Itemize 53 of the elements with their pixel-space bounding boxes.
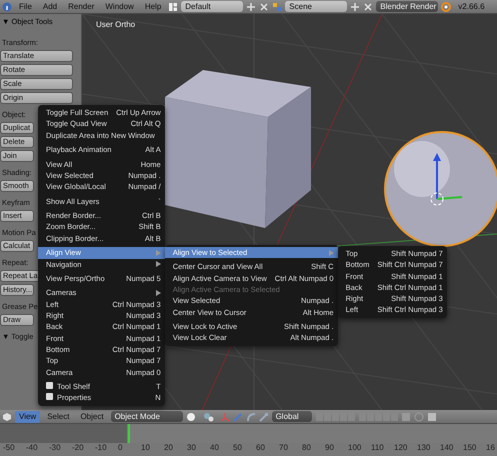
frame-number: 140	[440, 443, 454, 452]
frame-number: -40	[26, 443, 39, 452]
frame-number: -50	[3, 443, 16, 452]
frame-number: 0	[118, 443, 124, 452]
render-engine-dropdown[interactable]: Blender Render	[376, 1, 438, 12]
menu-item[interactable]: Object	[76, 410, 108, 422]
frame-number: -10	[95, 443, 108, 452]
scene-field[interactable]: Scene	[285, 1, 348, 12]
menu-item[interactable]: Window	[101, 0, 138, 12]
frame-number: 50	[233, 443, 243, 452]
close-icon[interactable]	[363, 2, 374, 12]
submenu-arrow-icon	[328, 250, 334, 256]
frame-number: 20	[164, 443, 174, 452]
add-icon[interactable]	[350, 2, 360, 12]
frame-number: 100	[348, 443, 362, 452]
frame-number: 40	[210, 443, 220, 452]
submenu-arrow-icon	[156, 290, 161, 296]
info-icon[interactable]	[2, 2, 12, 12]
frame-number: 90	[325, 443, 335, 452]
frame-number: 130	[417, 443, 432, 452]
menu-item[interactable]: View	[15, 410, 40, 422]
view-label: User Ortho	[96, 20, 136, 29]
frame-number: 10	[141, 443, 151, 452]
menu-item[interactable]: Add	[38, 0, 62, 12]
checkbox[interactable]	[46, 382, 53, 390]
frame-number: 110	[371, 443, 385, 452]
orientation-dropdown[interactable]: Global	[272, 411, 312, 422]
frame-number: 70	[279, 443, 289, 452]
version-text: v2.66.6	[457, 0, 486, 12]
transform-gizmo-drawing	[430, 153, 462, 206]
menu-item[interactable]: Render	[64, 0, 98, 12]
frame-number: 60	[256, 443, 266, 452]
frame-number: 80	[302, 443, 312, 452]
logo-icon[interactable]	[441, 2, 452, 12]
frame-number: -20	[72, 443, 85, 452]
layout-icon[interactable]	[168, 2, 178, 12]
frame-number: 30	[187, 443, 197, 452]
menu-item[interactable]: File	[15, 0, 36, 12]
frame-number: 16	[486, 443, 496, 452]
checkbox[interactable]	[46, 393, 53, 400]
menu-item[interactable]: Help	[140, 0, 166, 12]
rotate-icon[interactable]	[246, 412, 256, 422]
add-icon[interactable]	[246, 2, 256, 12]
close-icon[interactable]	[259, 2, 270, 12]
frame-number: 150	[463, 443, 478, 452]
scale-icon[interactable]	[258, 412, 269, 422]
scene-icon[interactable]	[272, 2, 282, 12]
frame-number: -30	[49, 443, 62, 452]
mode-dropdown[interactable]: Object Mode	[110, 411, 183, 422]
screen-layout-field[interactable]: Default	[181, 1, 244, 12]
frame-number: 120	[394, 443, 408, 452]
menu-item[interactable]: Select	[43, 410, 74, 422]
current-frame-marker	[128, 424, 130, 443]
